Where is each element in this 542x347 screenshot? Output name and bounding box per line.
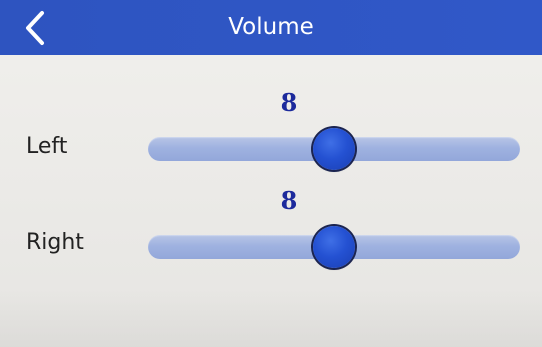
left-channel-label: Left [26, 134, 68, 159]
right-channel-label: Right [26, 230, 84, 255]
header-bar: Volume [0, 0, 542, 55]
volume-screen: Volume 8 Left 8 Right [0, 0, 542, 347]
page-title: Volume [228, 14, 314, 40]
empty-footer-area [0, 290, 542, 347]
left-volume-slider[interactable] [148, 128, 520, 170]
right-volume-value: 8 [280, 186, 298, 215]
right-volume-slider[interactable] [148, 226, 520, 268]
right-slider-knob[interactable] [313, 226, 355, 268]
left-volume-value: 8 [280, 88, 298, 117]
left-slider-knob[interactable] [313, 128, 355, 170]
